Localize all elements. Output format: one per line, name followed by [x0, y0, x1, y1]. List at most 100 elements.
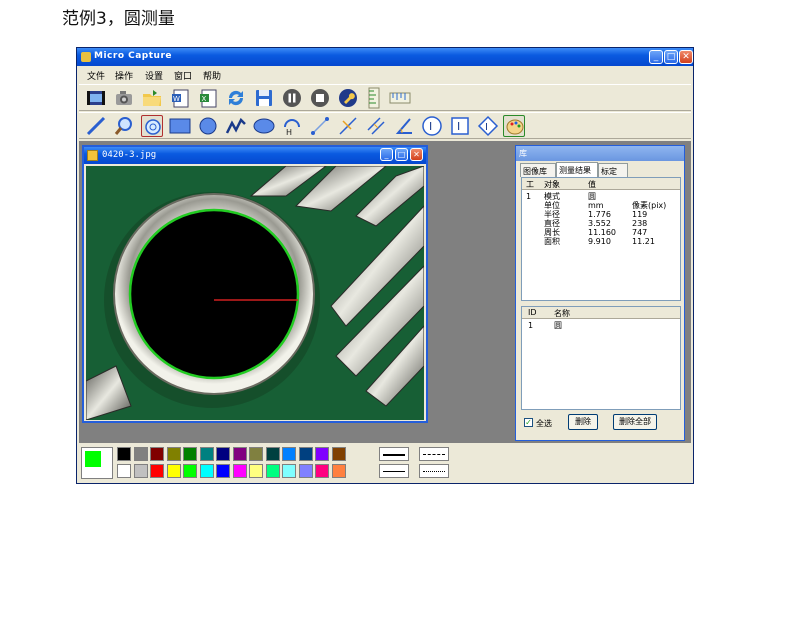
line-style-dashed[interactable]: [419, 447, 449, 461]
objects-col-id[interactable]: ID: [528, 308, 537, 317]
objects-col-name[interactable]: 名称: [554, 308, 570, 319]
color-swatch[interactable]: [315, 447, 329, 461]
color-swatch[interactable]: [298, 447, 313, 461]
perpendicular-tool-icon[interactable]: [337, 115, 359, 137]
color-swatch[interactable]: [298, 464, 313, 478]
title-bar[interactable]: Micro Capture _ □ ✕: [77, 48, 693, 66]
palette-icon[interactable]: [503, 115, 525, 137]
angle-tool-icon[interactable]: [393, 115, 415, 137]
polyline-tool-icon[interactable]: [225, 115, 247, 137]
image-window-title: 0420-3.jpg: [102, 150, 157, 160]
point-line-tool-icon[interactable]: [309, 115, 331, 137]
color-swatch[interactable]: [216, 464, 230, 478]
current-colors[interactable]: [81, 447, 113, 479]
microscope-image: [86, 166, 424, 420]
results-col-index[interactable]: 工: [526, 179, 534, 190]
color-swatch[interactable]: [249, 464, 263, 478]
ellipse-tool-icon[interactable]: [253, 115, 275, 137]
horizontal-ruler-icon[interactable]: [389, 87, 411, 109]
vertical-ruler-icon[interactable]: [363, 87, 385, 109]
tab-measurement-results[interactable]: 测量结果: [556, 162, 598, 177]
color-palette-bar: [79, 444, 691, 482]
arc-tool-icon[interactable]: H: [281, 115, 303, 137]
menu-operate[interactable]: 操作: [115, 69, 133, 82]
menu-settings[interactable]: 设置: [145, 69, 163, 82]
color-swatch[interactable]: [183, 464, 197, 478]
main-toolbar: W X: [79, 84, 691, 111]
image-close-button[interactable]: ✕: [410, 148, 423, 161]
magnifier-icon[interactable]: [113, 115, 135, 137]
color-swatch[interactable]: [199, 464, 214, 478]
app-icon: [81, 52, 91, 62]
color-swatch[interactable]: [133, 464, 148, 478]
parallel-tool-icon[interactable]: [365, 115, 387, 137]
minimize-button[interactable]: _: [649, 50, 663, 64]
color-swatch[interactable]: [331, 464, 346, 478]
circle-measure-tool-icon[interactable]: [141, 115, 163, 137]
image-maximize-button[interactable]: □: [395, 148, 408, 161]
tab-image-library[interactable]: 图像库: [520, 163, 556, 177]
svg-text:X: X: [202, 95, 207, 103]
export-excel-icon[interactable]: X: [197, 87, 219, 109]
tab-calibration[interactable]: 标定: [598, 163, 628, 177]
results-list[interactable]: 工 对象 值 1 模式 圆 单位 mm 像素(pix) 半径 1.776 119…: [521, 177, 681, 301]
svg-text:I: I: [457, 120, 460, 133]
color-swatch[interactable]: [133, 447, 148, 461]
line-style-thin[interactable]: [379, 464, 409, 478]
maximize-button[interactable]: □: [664, 50, 678, 64]
select-all-label: 全选: [536, 419, 552, 428]
library-panel-title-bar[interactable]: 库: [516, 146, 684, 161]
menu-window[interactable]: 窗口: [174, 69, 192, 82]
line-style-dotted[interactable]: [419, 464, 449, 478]
color-swatch[interactable]: [216, 447, 230, 461]
pause-icon[interactable]: [281, 87, 303, 109]
select-all-checkbox[interactable]: ✓: [524, 418, 533, 427]
delete-button[interactable]: 删除: [568, 414, 598, 430]
color-swatch[interactable]: [199, 447, 214, 461]
close-button[interactable]: ✕: [679, 50, 693, 64]
objects-header: ID 名称: [522, 307, 680, 319]
color-swatch[interactable]: [150, 447, 164, 461]
stop-icon[interactable]: [309, 87, 331, 109]
circle-tool-icon[interactable]: [197, 115, 219, 137]
height-tool-icon[interactable]: I: [449, 115, 471, 137]
open-folder-icon[interactable]: [141, 87, 163, 109]
library-panel-title: 库: [519, 149, 527, 158]
results-col-object[interactable]: 对象: [544, 179, 560, 190]
color-swatch[interactable]: [282, 447, 296, 461]
image-canvas[interactable]: [86, 166, 424, 420]
color-swatch[interactable]: [265, 447, 280, 461]
color-swatch[interactable]: [232, 447, 247, 461]
line-tool-icon[interactable]: [85, 115, 107, 137]
wrench-icon[interactable]: [337, 87, 359, 109]
color-swatch[interactable]: [117, 447, 131, 461]
color-swatch[interactable]: [183, 447, 197, 461]
color-swatch[interactable]: [282, 464, 296, 478]
color-swatch[interactable]: [249, 447, 263, 461]
menu-file[interactable]: 文件: [87, 69, 105, 82]
video-icon[interactable]: [85, 87, 107, 109]
objects-list[interactable]: ID 名称 1 圆: [521, 306, 681, 410]
menu-help[interactable]: 帮助: [203, 69, 221, 82]
diamond-dimension-icon[interactable]: I: [477, 115, 499, 137]
save-icon[interactable]: [253, 87, 275, 109]
color-swatch[interactable]: [232, 464, 247, 478]
image-window-title-bar[interactable]: 0420-3.jpg _ □ ✕: [84, 147, 426, 164]
foreground-color-swatch[interactable]: [85, 451, 101, 467]
image-minimize-button[interactable]: _: [380, 148, 393, 161]
rectangle-tool-icon[interactable]: [169, 115, 191, 137]
color-swatch[interactable]: [315, 464, 329, 478]
export-word-icon[interactable]: W: [169, 87, 191, 109]
camera-icon[interactable]: [113, 87, 135, 109]
color-swatch[interactable]: [166, 447, 181, 461]
color-swatch[interactable]: [265, 464, 280, 478]
line-style-solid[interactable]: [379, 447, 409, 461]
refresh-icon[interactable]: [225, 87, 247, 109]
color-swatch[interactable]: [150, 464, 164, 478]
color-swatch[interactable]: [166, 464, 181, 478]
vertical-dimension-icon[interactable]: I: [421, 115, 443, 137]
color-swatch[interactable]: [331, 447, 346, 461]
color-swatch[interactable]: [117, 464, 131, 478]
delete-all-button[interactable]: 删除全部: [613, 414, 657, 430]
results-col-value[interactable]: 值: [588, 179, 596, 190]
